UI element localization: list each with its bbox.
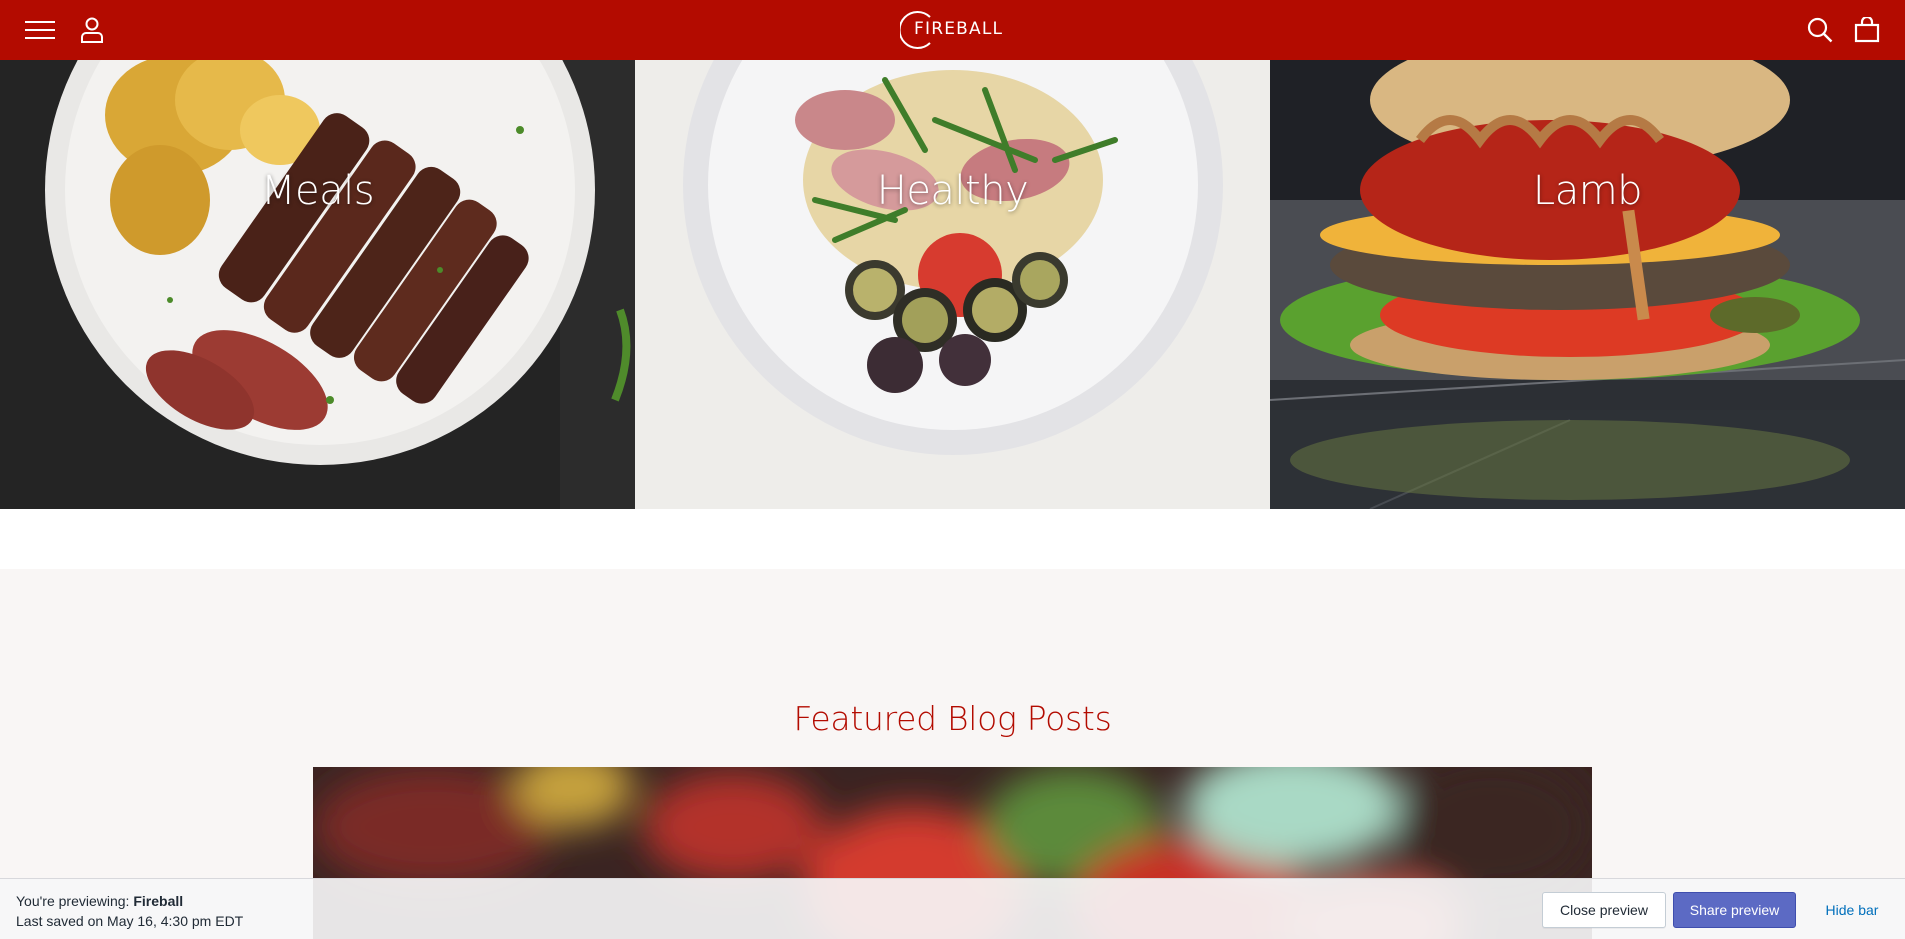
collection-title-lamb: Lamb xyxy=(1532,168,1643,214)
collection-tile-healthy[interactable]: Healthy xyxy=(635,60,1270,509)
collection-title-meals: Meals xyxy=(260,168,375,214)
collection-tile-lamb[interactable]: Lamb xyxy=(1270,60,1905,509)
site-header: FIREBALL xyxy=(0,0,1905,60)
collection-grid: Meals Healthy Lamb xyxy=(0,60,1905,509)
lamb-image xyxy=(1270,60,1905,509)
collection-title-healthy: Healthy xyxy=(876,168,1029,214)
collection-tile-meals[interactable]: Meals xyxy=(0,60,635,509)
search-icon[interactable] xyxy=(1800,0,1840,60)
cart-icon[interactable] xyxy=(1847,0,1887,60)
previewing-line: You're previewing: Fireball xyxy=(16,891,243,911)
brand-name: FIREBALL xyxy=(914,19,1004,39)
close-preview-button[interactable]: Close preview xyxy=(1542,892,1666,928)
blog-heading: Featured Blog Posts xyxy=(793,699,1112,738)
theme-name: Fireball xyxy=(133,893,184,909)
previewing-label: You're previewing: xyxy=(16,893,134,909)
brand-logo[interactable]: FIREBALL xyxy=(900,8,1010,52)
menu-icon[interactable] xyxy=(20,0,60,60)
account-icon[interactable] xyxy=(72,0,112,60)
meals-image xyxy=(0,60,635,509)
share-preview-button[interactable]: Share preview xyxy=(1673,892,1796,928)
hide-bar-link[interactable]: Hide bar xyxy=(1812,892,1892,928)
preview-info: You're previewing: Fireball Last saved o… xyxy=(16,891,243,931)
last-saved-text: Last saved on May 16, 4:30 pm EDT xyxy=(16,913,244,929)
healthy-image xyxy=(635,60,1270,509)
preview-bar: You're previewing: Fireball Last saved o… xyxy=(0,878,1905,939)
